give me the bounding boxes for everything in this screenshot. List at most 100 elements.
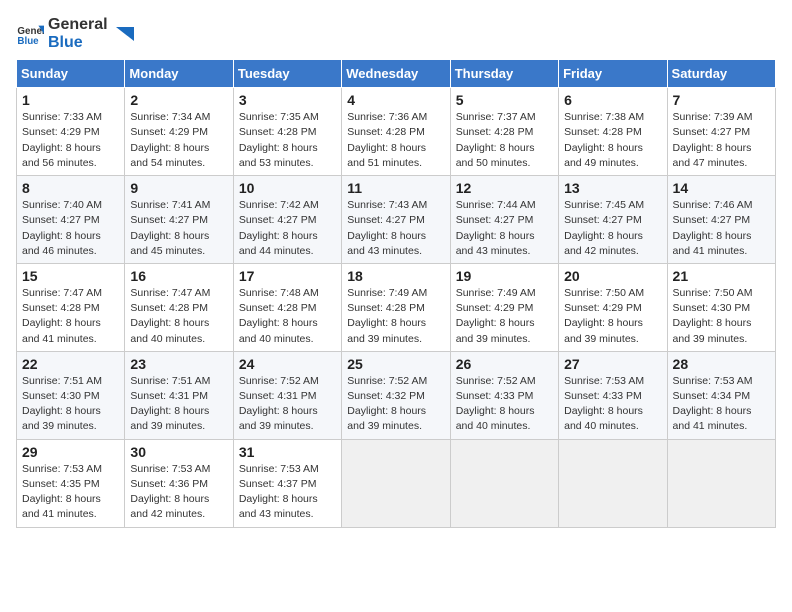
day-info: Sunrise: 7:47 AM Sunset: 4:28 PM Dayligh…: [130, 286, 227, 347]
calendar-cell: 3 Sunrise: 7:35 AM Sunset: 4:28 PM Dayli…: [233, 88, 341, 176]
logo: General Blue General Blue: [16, 16, 134, 51]
calendar-cell: 17 Sunrise: 7:48 AM Sunset: 4:28 PM Dayl…: [233, 263, 341, 351]
day-number: 20: [564, 268, 661, 284]
calendar-cell: 29 Sunrise: 7:53 AM Sunset: 4:35 PM Dayl…: [17, 439, 125, 527]
day-info: Sunrise: 7:33 AM Sunset: 4:29 PM Dayligh…: [22, 110, 119, 171]
logo-arrow-icon: [112, 23, 134, 45]
calendar-cell: 31 Sunrise: 7:53 AM Sunset: 4:37 PM Dayl…: [233, 439, 341, 527]
page-header: General Blue General Blue: [16, 16, 776, 51]
day-info: Sunrise: 7:52 AM Sunset: 4:31 PM Dayligh…: [239, 374, 336, 435]
day-info: Sunrise: 7:44 AM Sunset: 4:27 PM Dayligh…: [456, 198, 553, 259]
day-info: Sunrise: 7:53 AM Sunset: 4:34 PM Dayligh…: [673, 374, 770, 435]
svg-text:Blue: Blue: [17, 35, 39, 46]
calendar-cell: [667, 439, 775, 527]
day-info: Sunrise: 7:51 AM Sunset: 4:30 PM Dayligh…: [22, 374, 119, 435]
day-number: 13: [564, 180, 661, 196]
day-info: Sunrise: 7:53 AM Sunset: 4:36 PM Dayligh…: [130, 462, 227, 523]
calendar-cell: 30 Sunrise: 7:53 AM Sunset: 4:36 PM Dayl…: [125, 439, 233, 527]
day-number: 16: [130, 268, 227, 284]
day-header-thursday: Thursday: [450, 60, 558, 88]
calendar-cell: 22 Sunrise: 7:51 AM Sunset: 4:30 PM Dayl…: [17, 351, 125, 439]
day-number: 29: [22, 444, 119, 460]
calendar-cell: 11 Sunrise: 7:43 AM Sunset: 4:27 PM Dayl…: [342, 176, 450, 264]
day-info: Sunrise: 7:52 AM Sunset: 4:32 PM Dayligh…: [347, 374, 444, 435]
calendar-table: SundayMondayTuesdayWednesdayThursdayFrid…: [16, 59, 776, 527]
day-number: 17: [239, 268, 336, 284]
calendar-cell: 5 Sunrise: 7:37 AM Sunset: 4:28 PM Dayli…: [450, 88, 558, 176]
day-info: Sunrise: 7:48 AM Sunset: 4:28 PM Dayligh…: [239, 286, 336, 347]
calendar-cell: 8 Sunrise: 7:40 AM Sunset: 4:27 PM Dayli…: [17, 176, 125, 264]
calendar-week-5: 29 Sunrise: 7:53 AM Sunset: 4:35 PM Dayl…: [17, 439, 776, 527]
day-number: 10: [239, 180, 336, 196]
day-info: Sunrise: 7:36 AM Sunset: 4:28 PM Dayligh…: [347, 110, 444, 171]
day-info: Sunrise: 7:35 AM Sunset: 4:28 PM Dayligh…: [239, 110, 336, 171]
day-number: 7: [673, 92, 770, 108]
day-info: Sunrise: 7:34 AM Sunset: 4:29 PM Dayligh…: [130, 110, 227, 171]
day-info: Sunrise: 7:49 AM Sunset: 4:28 PM Dayligh…: [347, 286, 444, 347]
calendar-cell: 19 Sunrise: 7:49 AM Sunset: 4:29 PM Dayl…: [450, 263, 558, 351]
day-number: 1: [22, 92, 119, 108]
calendar-header: SundayMondayTuesdayWednesdayThursdayFrid…: [17, 60, 776, 88]
day-number: 23: [130, 356, 227, 372]
calendar-cell: 6 Sunrise: 7:38 AM Sunset: 4:28 PM Dayli…: [559, 88, 667, 176]
day-info: Sunrise: 7:51 AM Sunset: 4:31 PM Dayligh…: [130, 374, 227, 435]
day-header-saturday: Saturday: [667, 60, 775, 88]
calendar-cell: 4 Sunrise: 7:36 AM Sunset: 4:28 PM Dayli…: [342, 88, 450, 176]
day-number: 11: [347, 180, 444, 196]
calendar-cell: 9 Sunrise: 7:41 AM Sunset: 4:27 PM Dayli…: [125, 176, 233, 264]
calendar-week-1: 1 Sunrise: 7:33 AM Sunset: 4:29 PM Dayli…: [17, 88, 776, 176]
day-number: 21: [673, 268, 770, 284]
day-header-wednesday: Wednesday: [342, 60, 450, 88]
calendar-cell: 18 Sunrise: 7:49 AM Sunset: 4:28 PM Dayl…: [342, 263, 450, 351]
day-number: 6: [564, 92, 661, 108]
calendar-cell: 21 Sunrise: 7:50 AM Sunset: 4:30 PM Dayl…: [667, 263, 775, 351]
logo-general: General: [48, 16, 108, 34]
day-number: 5: [456, 92, 553, 108]
day-number: 14: [673, 180, 770, 196]
calendar-cell: 25 Sunrise: 7:52 AM Sunset: 4:32 PM Dayl…: [342, 351, 450, 439]
calendar-cell: 16 Sunrise: 7:47 AM Sunset: 4:28 PM Dayl…: [125, 263, 233, 351]
day-info: Sunrise: 7:50 AM Sunset: 4:29 PM Dayligh…: [564, 286, 661, 347]
calendar-week-2: 8 Sunrise: 7:40 AM Sunset: 4:27 PM Dayli…: [17, 176, 776, 264]
calendar-cell: [450, 439, 558, 527]
day-info: Sunrise: 7:41 AM Sunset: 4:27 PM Dayligh…: [130, 198, 227, 259]
calendar-body: 1 Sunrise: 7:33 AM Sunset: 4:29 PM Dayli…: [17, 88, 776, 527]
calendar-cell: 10 Sunrise: 7:42 AM Sunset: 4:27 PM Dayl…: [233, 176, 341, 264]
calendar-cell: 24 Sunrise: 7:52 AM Sunset: 4:31 PM Dayl…: [233, 351, 341, 439]
day-number: 31: [239, 444, 336, 460]
calendar-cell: 14 Sunrise: 7:46 AM Sunset: 4:27 PM Dayl…: [667, 176, 775, 264]
calendar-cell: 28 Sunrise: 7:53 AM Sunset: 4:34 PM Dayl…: [667, 351, 775, 439]
day-info: Sunrise: 7:53 AM Sunset: 4:35 PM Dayligh…: [22, 462, 119, 523]
day-number: 2: [130, 92, 227, 108]
calendar-cell: 27 Sunrise: 7:53 AM Sunset: 4:33 PM Dayl…: [559, 351, 667, 439]
day-info: Sunrise: 7:53 AM Sunset: 4:33 PM Dayligh…: [564, 374, 661, 435]
day-info: Sunrise: 7:53 AM Sunset: 4:37 PM Dayligh…: [239, 462, 336, 523]
day-number: 25: [347, 356, 444, 372]
day-number: 30: [130, 444, 227, 460]
day-info: Sunrise: 7:49 AM Sunset: 4:29 PM Dayligh…: [456, 286, 553, 347]
day-number: 28: [673, 356, 770, 372]
day-info: Sunrise: 7:42 AM Sunset: 4:27 PM Dayligh…: [239, 198, 336, 259]
calendar-cell: 2 Sunrise: 7:34 AM Sunset: 4:29 PM Dayli…: [125, 88, 233, 176]
day-number: 24: [239, 356, 336, 372]
day-number: 12: [456, 180, 553, 196]
calendar-week-4: 22 Sunrise: 7:51 AM Sunset: 4:30 PM Dayl…: [17, 351, 776, 439]
day-number: 8: [22, 180, 119, 196]
day-number: 27: [564, 356, 661, 372]
day-info: Sunrise: 7:45 AM Sunset: 4:27 PM Dayligh…: [564, 198, 661, 259]
calendar-cell: [559, 439, 667, 527]
day-header-tuesday: Tuesday: [233, 60, 341, 88]
calendar-cell: 1 Sunrise: 7:33 AM Sunset: 4:29 PM Dayli…: [17, 88, 125, 176]
day-info: Sunrise: 7:39 AM Sunset: 4:27 PM Dayligh…: [673, 110, 770, 171]
day-number: 22: [22, 356, 119, 372]
logo-icon: General Blue: [16, 20, 44, 48]
calendar-cell: 12 Sunrise: 7:44 AM Sunset: 4:27 PM Dayl…: [450, 176, 558, 264]
day-info: Sunrise: 7:47 AM Sunset: 4:28 PM Dayligh…: [22, 286, 119, 347]
day-number: 18: [347, 268, 444, 284]
day-info: Sunrise: 7:52 AM Sunset: 4:33 PM Dayligh…: [456, 374, 553, 435]
calendar-cell: 13 Sunrise: 7:45 AM Sunset: 4:27 PM Dayl…: [559, 176, 667, 264]
day-number: 15: [22, 268, 119, 284]
calendar-cell: 26 Sunrise: 7:52 AM Sunset: 4:33 PM Dayl…: [450, 351, 558, 439]
calendar-cell: 7 Sunrise: 7:39 AM Sunset: 4:27 PM Dayli…: [667, 88, 775, 176]
day-number: 9: [130, 180, 227, 196]
